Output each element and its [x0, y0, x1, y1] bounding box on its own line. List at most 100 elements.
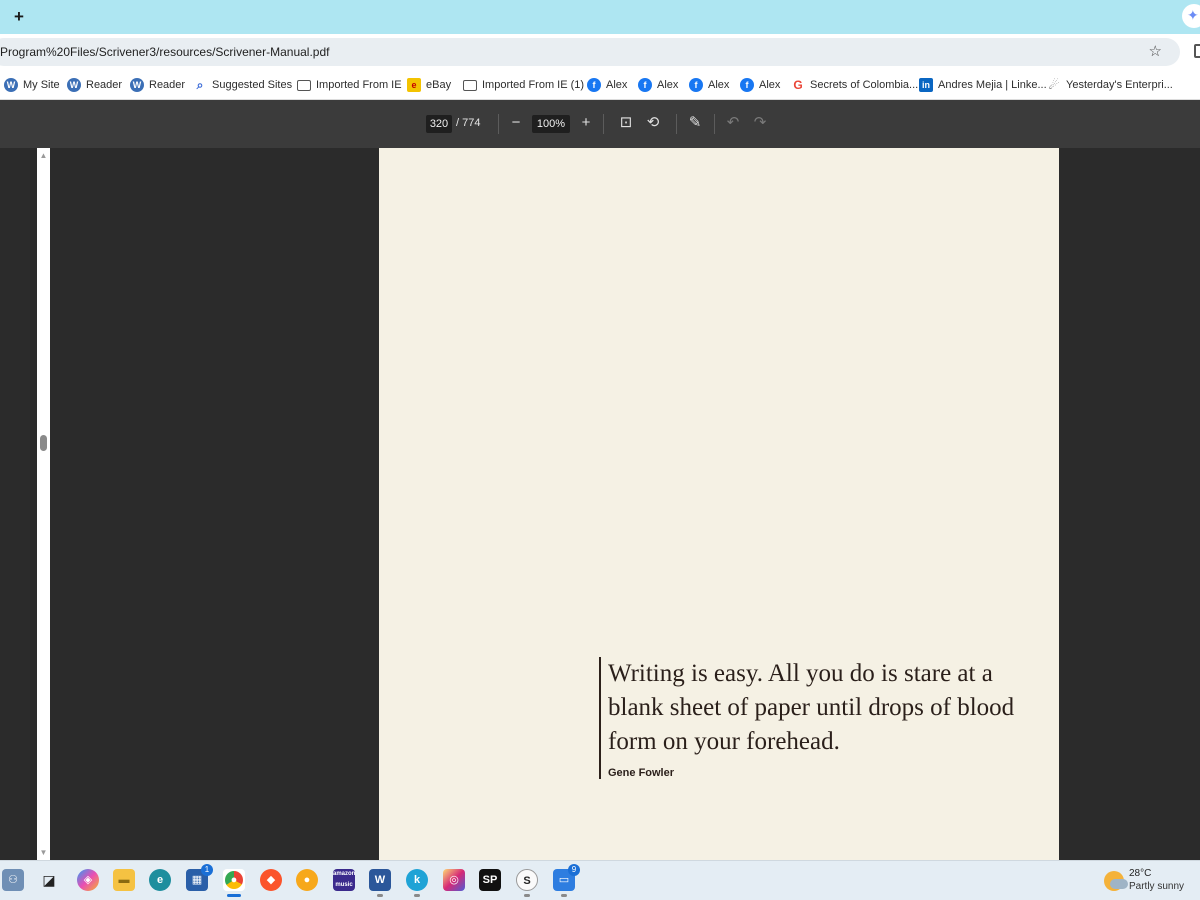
scrollbar-thumb[interactable] — [40, 435, 47, 451]
bookmark-star-icon[interactable]: ☆ — [1149, 42, 1162, 60]
url-text[interactable]: Program%20Files/Scrivener3/resources/Scr… — [0, 45, 329, 59]
taskbar: ⚇ ◪ ◈ ▬ e ▦ 1 ● ◆ ● amazon music W k ◎ SP… — [0, 860, 1200, 900]
bookmark-label: My Site — [23, 79, 60, 91]
page-number-input[interactable]: 320 — [426, 115, 452, 133]
bookmark-label: Alex — [657, 79, 679, 91]
bookmark-alex[interactable]: f Alex — [689, 76, 729, 94]
ebay-icon: e — [407, 78, 421, 92]
running-indicator — [561, 894, 567, 897]
fit-page-icon[interactable]: ⊡ — [615, 112, 637, 134]
pdf-toolbar: 320 / 774 − 100% + ⊡ ⟲ ✎ ↶ ↷ — [0, 100, 1200, 148]
zoom-in-button[interactable]: + — [575, 112, 597, 134]
google-icon: G — [793, 78, 803, 92]
gemini-button[interactable]: ✦ — [1182, 4, 1200, 28]
bookmark-label: Yesterday's Enterpri... — [1066, 79, 1173, 91]
active-indicator — [227, 894, 241, 897]
divider — [676, 114, 677, 134]
sp-app-icon[interactable]: SP — [479, 869, 501, 891]
bookmark-alex[interactable]: f Alex — [587, 76, 627, 94]
facebook-icon: f — [587, 78, 601, 92]
side-panel-icon[interactable] — [1194, 44, 1200, 58]
zoom-out-button[interactable]: − — [505, 112, 527, 134]
quote-block: Writing is easy. All you do is stare at … — [599, 657, 1039, 779]
scrollbar[interactable] — [37, 148, 50, 860]
new-tab-button[interactable]: + — [8, 6, 30, 28]
bookmark-suggested-sites[interactable]: ⌕ Suggested Sites — [193, 76, 293, 94]
divider — [603, 114, 604, 134]
linkedin-icon: in — [919, 78, 933, 92]
site-icon: ☄ — [1048, 78, 1060, 92]
bookmark-reader[interactable]: W Reader — [67, 76, 122, 94]
undo-icon[interactable]: ↶ — [722, 112, 744, 134]
bookmark-label: Alex — [606, 79, 628, 91]
bookmark-alex[interactable]: f Alex — [740, 76, 780, 94]
search-icon: ⌕ — [196, 78, 204, 92]
facebook-icon: f — [638, 78, 652, 92]
store-icon[interactable]: ▦ 1 — [186, 864, 213, 891]
bookmark-alex[interactable]: f Alex — [638, 76, 678, 94]
widgets-icon[interactable]: ⚇ — [2, 869, 24, 891]
facebook-icon: f — [689, 78, 703, 92]
weather-widget[interactable]: 28°C Partly sunny — [1104, 867, 1200, 895]
redo-icon[interactable]: ↷ — [749, 112, 771, 134]
divider — [498, 114, 499, 134]
folder-icon — [463, 79, 477, 91]
bookmark-my-site[interactable]: W My Site — [4, 76, 60, 94]
notification-badge: 1 — [201, 864, 213, 876]
bookmark-label: Reader — [86, 79, 123, 91]
bookmark-ebay[interactable]: e eBay — [407, 76, 451, 94]
bookmark-label: Imported From IE — [316, 79, 402, 91]
page-total: / 774 — [456, 117, 481, 129]
wordpress-icon: W — [67, 78, 81, 92]
kindle-icon[interactable]: k — [406, 869, 428, 897]
wordpress-icon: W — [130, 78, 144, 92]
bookmark-label: Alex — [708, 79, 730, 91]
divider — [714, 114, 715, 134]
bookmark-label: eBay — [426, 79, 452, 91]
sparkle-icon: ✦ — [1187, 7, 1199, 23]
amazon-music-icon[interactable]: amazon music — [333, 869, 355, 891]
weather-condition: Partly sunny — [1129, 881, 1185, 892]
scroll-up-icon[interactable]: ▲ — [37, 150, 50, 162]
bookmark-label: Secrets of Colombia... — [810, 79, 919, 91]
instagram-icon[interactable]: ◎ — [443, 869, 465, 891]
bookmark-folder-imported-from-ie-1[interactable]: Imported From IE (1) — [463, 76, 584, 94]
notification-badge: 9 — [568, 864, 580, 876]
copilot-icon[interactable]: ◈ — [77, 869, 99, 891]
rotate-icon[interactable]: ⟲ — [642, 112, 664, 134]
scroll-down-icon[interactable]: ▼ — [37, 847, 50, 859]
edge-icon[interactable]: e — [149, 869, 171, 891]
remote-desktop-icon[interactable]: ▭ 9 — [553, 864, 580, 897]
quote-author: Gene Fowler — [608, 767, 675, 779]
file-explorer-icon[interactable]: ▬ — [113, 869, 135, 891]
bookmark-reader[interactable]: W Reader — [130, 76, 185, 94]
tab-strip: + ✦ — [0, 0, 1200, 34]
bookmarks-bar: W My Site W Reader W Reader ⌕ Suggested Site… — [0, 70, 1200, 100]
running-indicator — [414, 894, 420, 897]
cloud-icon — [1110, 879, 1128, 889]
draw-icon[interactable]: ✎ — [684, 112, 706, 134]
bookmark-linkedin[interactable]: in Andres Mejia | Linke... — [919, 76, 1047, 94]
bookmark-label: Alex — [759, 79, 781, 91]
running-indicator — [524, 894, 530, 897]
weather-temperature: 28°C — [1129, 868, 1152, 879]
task-view-icon[interactable]: ◪ — [38, 869, 60, 891]
facebook-icon: f — [740, 78, 754, 92]
word-icon[interactable]: W — [369, 869, 391, 897]
bookmark-secrets-of-colombia[interactable]: G Secrets of Colombia... — [791, 76, 918, 94]
bookmark-label: Suggested Sites — [212, 79, 293, 91]
quote-text: Writing is easy. All you do is stare at … — [608, 660, 1015, 755]
bookmark-label: Andres Mejia | Linke... — [938, 79, 1047, 91]
address-bar[interactable]: Program%20Files/Scrivener3/resources/Scr… — [0, 38, 1180, 66]
folder-icon — [297, 79, 311, 91]
bookmark-label: Reader — [149, 79, 186, 91]
brave-icon[interactable]: ◆ — [260, 869, 282, 891]
scrivener-icon[interactable]: S — [516, 869, 538, 897]
browser-toolbar: Program%20Files/Scrivener3/resources/Scr… — [0, 34, 1200, 70]
zoom-level-input[interactable]: 100% — [532, 115, 570, 133]
bookmark-yesterdays-enterprise[interactable]: ☄ Yesterday's Enterpri... — [1047, 76, 1173, 94]
bookmark-label: Imported From IE (1) — [482, 79, 585, 91]
bookmark-folder-imported-from-ie[interactable]: Imported From IE — [297, 76, 402, 94]
canary-icon[interactable]: ● — [296, 869, 318, 891]
chrome-icon[interactable]: ● — [223, 869, 245, 897]
